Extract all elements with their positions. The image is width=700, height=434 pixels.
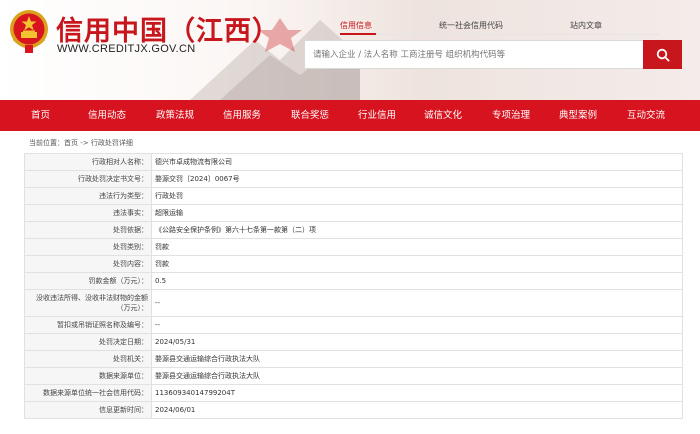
field-value: 罚款	[151, 238, 683, 256]
field-label: 行政相对人名称：	[24, 153, 152, 171]
field-value: --	[151, 289, 683, 317]
breadcrumb: 当前位置：首页 -> 行政处罚详细	[29, 139, 133, 147]
main-nav: 首页 信用动态 政策法规 信用服务 联合奖惩 行业信用 诚信文化 专项治理 典型…	[0, 100, 700, 131]
table-row: 处罚类别： 罚款	[24, 238, 683, 256]
search-input[interactable]	[304, 40, 644, 69]
field-label: 没收违法所得、没收非法财物的金额（万元）：	[24, 289, 152, 317]
site-url: WWW.CREDITJX.GOV.CN	[57, 43, 196, 55]
field-label: 行政处罚决定书文号：	[24, 170, 152, 188]
field-value: 11360934014799204T	[151, 384, 683, 402]
field-value: 《公路安全保护条例》第六十七条第一款第（二）项	[151, 221, 683, 239]
field-value: 婺源县交通运输综合行政执法大队	[151, 367, 683, 385]
search-icon	[656, 48, 670, 62]
field-label: 暂扣或吊销证照名称及编号：	[24, 316, 152, 334]
field-label: 数据来源单位统一社会信用代码：	[24, 384, 152, 402]
table-row: 信息更新时间： 2024/06/01	[24, 401, 683, 419]
table-row: 数据来源单位统一社会信用代码： 11360934014799204T	[24, 384, 683, 402]
top-links-divider	[340, 33, 660, 35]
table-row: 数据来源单位： 婺源县交通运输综合行政执法大队	[24, 367, 683, 385]
field-label: 罚款金额（万元）：	[24, 272, 152, 290]
field-label: 违法事实：	[24, 204, 152, 222]
table-row: 罚款金额（万元）： 0.5	[24, 272, 683, 290]
national-emblem-icon	[10, 10, 48, 53]
field-value: 罚款	[151, 255, 683, 273]
field-value: 超限运输	[151, 204, 683, 222]
table-row: 处罚机关： 婺源县交通运输综合行政执法大队	[24, 350, 683, 368]
field-value: 2024/06/01	[151, 401, 683, 419]
search-button[interactable]	[643, 40, 682, 69]
field-label: 信息更新时间：	[24, 401, 152, 419]
table-row: 违法行为类型： 行政处罚	[24, 187, 683, 205]
nav-item-interaction[interactable]: 互动交流	[627, 100, 665, 131]
field-label: 处罚内容：	[24, 255, 152, 273]
field-value: 德兴市卓成物流有限公司	[151, 153, 683, 171]
nav-item-typical-cases[interactable]: 典型案例	[559, 100, 597, 131]
table-row: 处罚决定日期： 2024/05/31	[24, 333, 683, 351]
site-header: 信用中国（江西） WWW.CREDITJX.GOV.CN 信用信息 统一社会信用…	[0, 0, 700, 100]
table-row: 违法事实： 超限运输	[24, 204, 683, 222]
nav-item-rewards-punishments[interactable]: 联合奖惩	[291, 100, 329, 131]
table-row: 暂扣或吊销证照名称及编号： --	[24, 316, 683, 334]
top-link-credit-info[interactable]: 信用信息	[340, 20, 372, 31]
nav-item-credit-news[interactable]: 信用动态	[88, 100, 126, 131]
top-link-site-articles[interactable]: 站内文章	[570, 20, 602, 31]
field-label: 处罚类别：	[24, 238, 152, 256]
nav-item-special-governance[interactable]: 专项治理	[492, 100, 530, 131]
nav-item-home[interactable]: 首页	[31, 100, 50, 131]
penalty-detail-table: 行政相对人名称： 德兴市卓成物流有限公司 行政处罚决定书文号： 婺源交罚〔2024〕0…	[24, 153, 683, 419]
field-label: 处罚决定日期：	[24, 333, 152, 351]
field-value: 婺源交罚〔2024〕0067号	[151, 170, 683, 188]
field-value: 2024/05/31	[151, 333, 683, 351]
table-row: 行政处罚决定书文号： 婺源交罚〔2024〕0067号	[24, 170, 683, 188]
field-label: 处罚依据：	[24, 221, 152, 239]
field-value: 行政处罚	[151, 187, 683, 205]
table-row: 行政相对人名称： 德兴市卓成物流有限公司	[24, 153, 683, 171]
nav-item-industry-credit[interactable]: 行业信用	[358, 100, 396, 131]
field-value: --	[151, 316, 683, 334]
top-links: 信用信息 统一社会信用代码 站内文章	[340, 20, 700, 36]
nav-item-credit-services[interactable]: 信用服务	[223, 100, 261, 131]
field-label: 处罚机关：	[24, 350, 152, 368]
table-row: 处罚内容： 罚款	[24, 255, 683, 273]
field-label: 数据来源单位：	[24, 367, 152, 385]
top-link-credit-code[interactable]: 统一社会信用代码	[439, 20, 503, 31]
field-label: 违法行为类型：	[24, 187, 152, 205]
nav-item-integrity-culture[interactable]: 诚信文化	[424, 100, 462, 131]
nav-item-policies[interactable]: 政策法规	[156, 100, 194, 131]
field-value: 婺源县交通运输综合行政执法大队	[151, 350, 683, 368]
main-content: 当前位置：首页 -> 行政处罚详细 行政相对人名称： 德兴市卓成物流有限公司 行政处…	[24, 131, 683, 434]
table-row: 处罚依据： 《公路安全保护条例》第六十七条第一款第（二）项	[24, 221, 683, 239]
table-row: 没收违法所得、没收非法财物的金额（万元）： --	[24, 289, 683, 317]
field-value: 0.5	[151, 272, 683, 290]
